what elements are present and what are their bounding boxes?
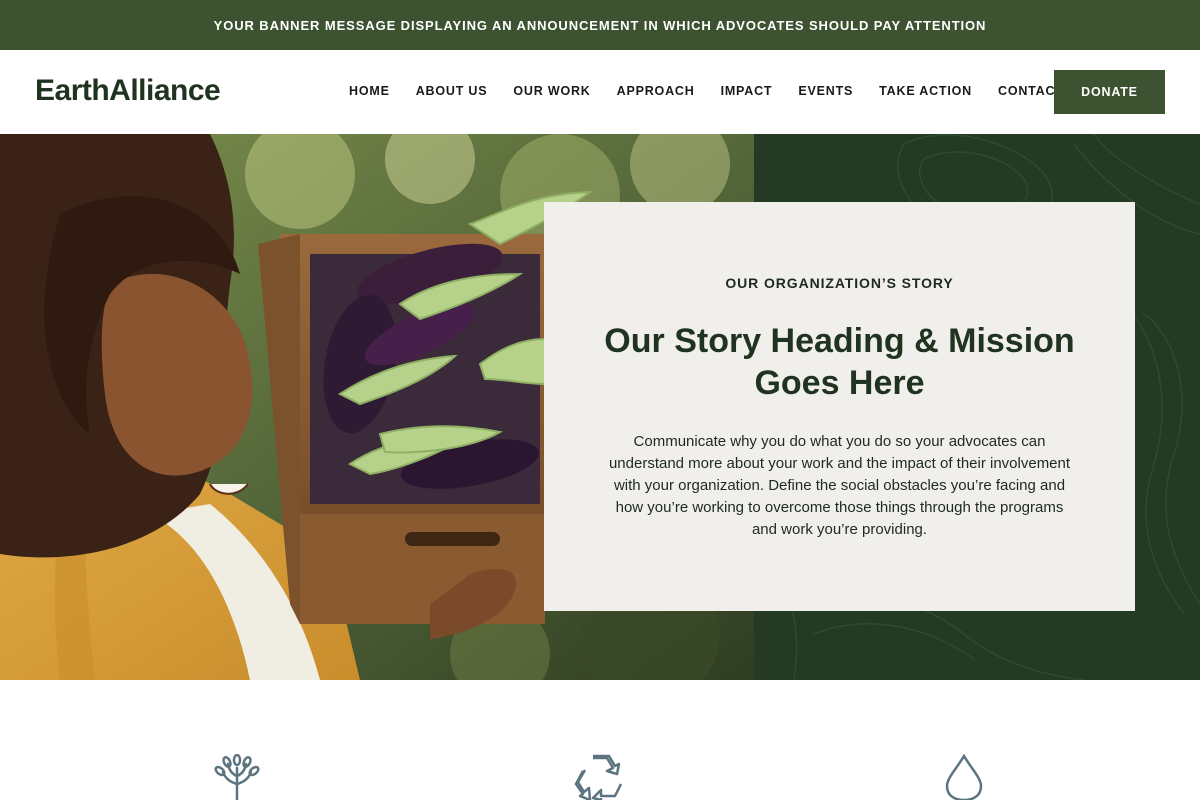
- story-heading: Our Story Heading & Mission Goes Here: [604, 322, 1075, 402]
- nav-item-about-us[interactable]: ABOUT US: [416, 84, 488, 98]
- nav-item-take-action[interactable]: TAKE ACTION: [879, 84, 972, 98]
- announcement-banner: YOUR BANNER MESSAGE DISPLAYING AN ANNOUN…: [0, 0, 1200, 50]
- nav-item-home[interactable]: HOME: [349, 84, 390, 98]
- tree-icon: [214, 754, 260, 800]
- story-eyebrow: OUR ORGANIZATION’S STORY: [725, 275, 954, 291]
- story-card: OUR ORGANIZATION’S STORY Our Story Headi…: [544, 202, 1135, 611]
- main-nav: HOME ABOUT US OUR WORK APPROACH IMPACT E…: [349, 84, 1090, 98]
- nav-item-events[interactable]: EVENTS: [798, 84, 853, 98]
- hero-section: OUR ORGANIZATION’S STORY Our Story Headi…: [0, 134, 1200, 680]
- nav-item-our-work[interactable]: OUR WORK: [513, 84, 590, 98]
- banner-message: YOUR BANNER MESSAGE DISPLAYING AN ANNOUN…: [213, 17, 987, 33]
- site-logo[interactable]: EarthAlliance: [35, 74, 221, 108]
- recycle-icon: [574, 754, 623, 800]
- site-header: EarthAlliance HOME ABOUT US OUR WORK APP…: [0, 50, 1200, 134]
- story-body: Communicate why you do what you do so yo…: [608, 433, 1071, 538]
- nav-item-impact[interactable]: IMPACT: [721, 84, 773, 98]
- feature-icons-row: [0, 680, 1200, 800]
- donate-button[interactable]: DONATE: [1054, 70, 1165, 114]
- nav-item-approach[interactable]: APPROACH: [617, 84, 695, 98]
- water-drop-icon: [945, 754, 983, 800]
